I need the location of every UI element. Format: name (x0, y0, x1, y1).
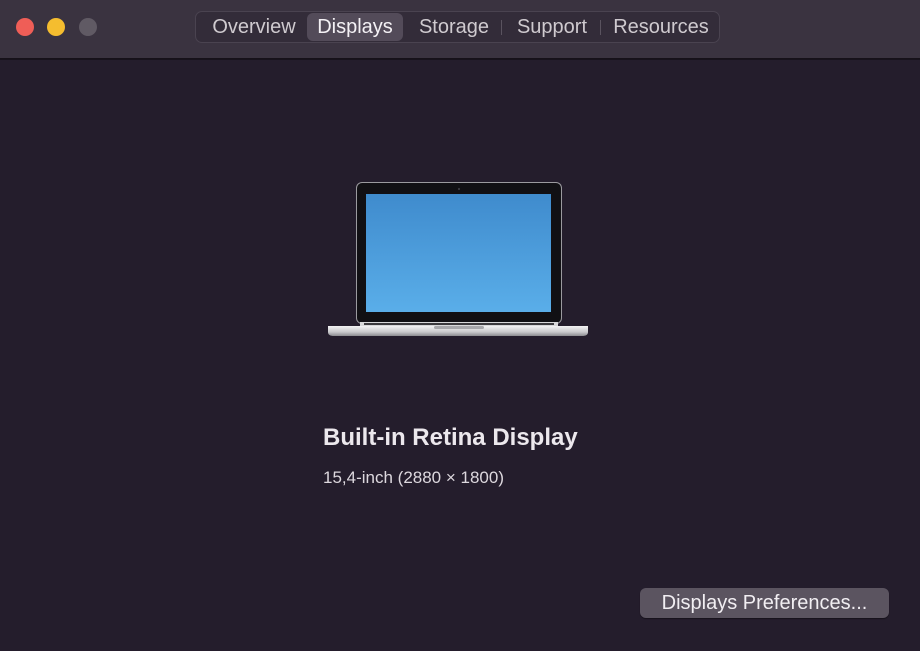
title-bar: Overview Displays Storage Support Resour… (0, 0, 920, 59)
laptop-keyboard-edge (364, 323, 554, 325)
display-resolution: 15,4-inch (2880 × 1800) (323, 468, 504, 487)
zoom-window-icon[interactable] (79, 18, 97, 36)
tab-resources[interactable]: Resources (604, 12, 718, 42)
displays-preferences-button[interactable]: Displays Preferences... (640, 588, 889, 618)
tab-divider (501, 20, 502, 35)
section-tabs: Overview Displays Storage Support Resour… (195, 11, 720, 43)
tab-displays[interactable]: Displays (307, 13, 403, 41)
minimize-window-icon[interactable] (47, 18, 65, 36)
tab-support[interactable]: Support (506, 12, 598, 42)
tab-overview[interactable]: Overview (202, 12, 306, 42)
tab-divider (600, 20, 601, 35)
laptop-camera (457, 187, 461, 191)
tab-storage[interactable]: Storage (409, 12, 499, 42)
about-this-mac-window: Overview Displays Storage Support Resour… (0, 0, 920, 651)
laptop-icon (328, 182, 588, 336)
laptop-notch (434, 326, 484, 329)
laptop-screen (366, 194, 551, 312)
close-window-icon[interactable] (16, 18, 34, 36)
display-name: Built-in Retina Display (323, 424, 578, 451)
